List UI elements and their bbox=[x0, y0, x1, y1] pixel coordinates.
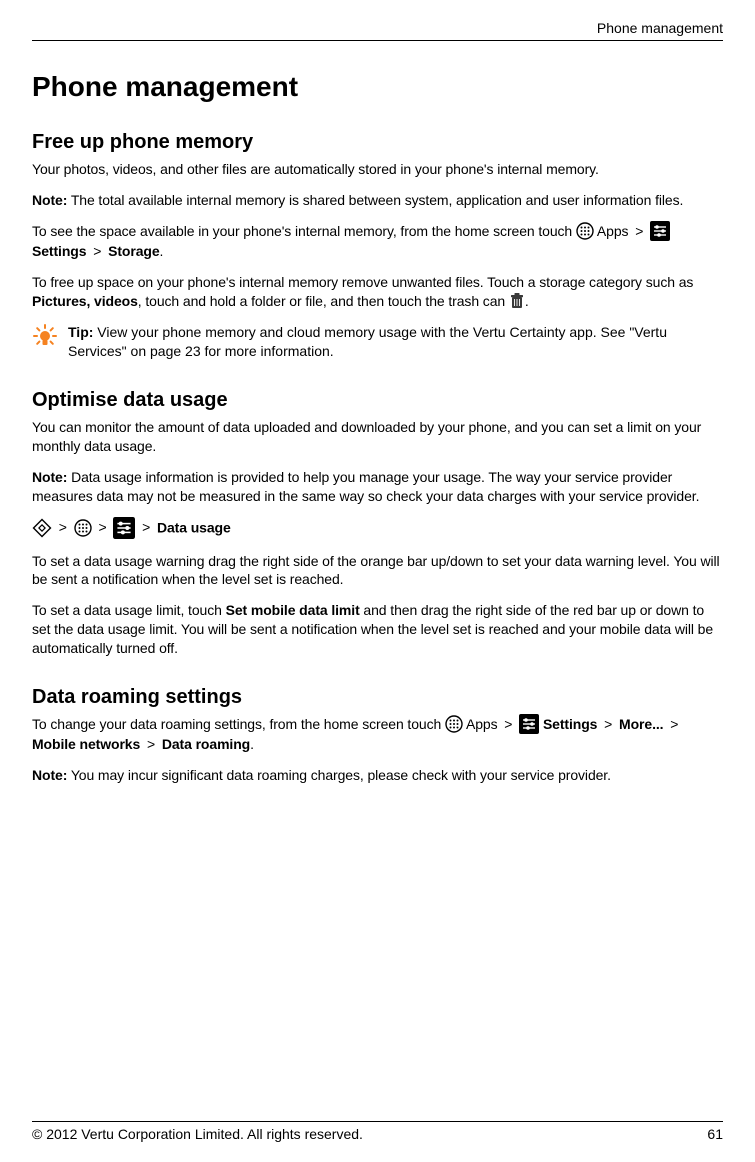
text: To free up space on your phone's interna… bbox=[32, 274, 693, 290]
separator: > bbox=[55, 519, 71, 535]
page-number: 61 bbox=[707, 1126, 723, 1142]
separator: > bbox=[138, 519, 154, 535]
apps-label: Apps bbox=[463, 716, 498, 732]
separator: > bbox=[95, 519, 111, 535]
settings-sliders-icon bbox=[519, 714, 539, 734]
apps-grid-icon bbox=[74, 519, 92, 537]
tip-lightbulb-icon bbox=[32, 323, 58, 349]
separator: > bbox=[631, 223, 647, 239]
s2-p5: To set a data usage limit, touch Set mob… bbox=[32, 601, 723, 658]
page-header-label: Phone management bbox=[32, 20, 723, 36]
diamond-key-icon bbox=[32, 518, 52, 538]
settings-sliders-icon bbox=[650, 221, 670, 241]
s1-p4: To free up space on your phone's interna… bbox=[32, 273, 723, 311]
separator: > bbox=[89, 243, 105, 259]
settings-sliders-icon bbox=[113, 517, 135, 539]
footer-rule bbox=[32, 1121, 723, 1122]
note-label: Note: bbox=[32, 767, 67, 783]
note-text: The total available internal memory is s… bbox=[67, 192, 683, 208]
s3-p1: To change your data roaming settings, fr… bbox=[32, 715, 723, 754]
header-rule bbox=[32, 40, 723, 41]
s1-p1: Your photos, videos, and other files are… bbox=[32, 160, 723, 179]
s1-note: Note: The total available internal memor… bbox=[32, 191, 723, 210]
note-label: Note: bbox=[32, 469, 67, 485]
s3-note: Note: You may incur significant data roa… bbox=[32, 766, 723, 785]
mobile-networks-label: Mobile networks bbox=[32, 736, 140, 752]
note-text: You may incur significant data roaming c… bbox=[67, 767, 611, 783]
document-page: Phone management Phone management Free u… bbox=[0, 0, 755, 1162]
separator: > bbox=[143, 736, 159, 752]
page-title: Phone management bbox=[32, 71, 723, 103]
trash-can-icon bbox=[509, 292, 525, 310]
set-limit-label: Set mobile data limit bbox=[226, 602, 360, 618]
more-label: More... bbox=[619, 716, 663, 732]
s2-p4: To set a data usage warning drag the rig… bbox=[32, 552, 723, 590]
copyright-text: © 2012 Vertu Corporation Limited. All ri… bbox=[32, 1126, 363, 1142]
text: To set a data usage limit, touch bbox=[32, 602, 226, 618]
apps-grid-icon bbox=[576, 222, 594, 240]
s2-note: Note: Data usage information is provided… bbox=[32, 468, 723, 506]
pictures-videos-label: Pictures, videos bbox=[32, 293, 138, 309]
storage-label: Storage bbox=[108, 243, 159, 259]
tip-body: View your phone memory and cloud memory … bbox=[68, 324, 667, 359]
data-roaming-label: Data roaming bbox=[162, 736, 250, 752]
heading-free-up-memory: Free up phone memory bbox=[32, 131, 723, 154]
tip-block: Tip: View your phone memory and cloud me… bbox=[32, 323, 723, 361]
note-label: Note: bbox=[32, 192, 67, 208]
settings-label: Settings bbox=[539, 716, 597, 732]
separator: > bbox=[501, 716, 517, 732]
s2-p1: You can monitor the amount of data uploa… bbox=[32, 418, 723, 456]
apps-grid-icon bbox=[445, 715, 463, 733]
period: . bbox=[160, 243, 164, 259]
s2-navigation-path: > > > Data usage bbox=[32, 518, 723, 540]
period: . bbox=[525, 293, 529, 309]
settings-label: Settings bbox=[32, 243, 86, 259]
text: To see the space available in your phone… bbox=[32, 223, 576, 239]
heading-data-roaming: Data roaming settings bbox=[32, 686, 723, 709]
period: . bbox=[250, 736, 254, 752]
text: To change your data roaming settings, fr… bbox=[32, 716, 445, 732]
apps-label: Apps bbox=[594, 223, 629, 239]
text: , touch and hold a folder or file, and t… bbox=[138, 293, 509, 309]
note-text: Data usage information is provided to he… bbox=[32, 469, 699, 504]
s1-p3: To see the space available in your phone… bbox=[32, 222, 723, 261]
heading-optimise-data: Optimise data usage bbox=[32, 389, 723, 412]
tip-label: Tip: bbox=[68, 324, 93, 340]
separator: > bbox=[600, 716, 616, 732]
data-usage-label: Data usage bbox=[157, 519, 231, 535]
tip-text: Tip: View your phone memory and cloud me… bbox=[68, 323, 723, 361]
page-footer: © 2012 Vertu Corporation Limited. All ri… bbox=[32, 1121, 723, 1142]
separator: > bbox=[666, 716, 678, 732]
